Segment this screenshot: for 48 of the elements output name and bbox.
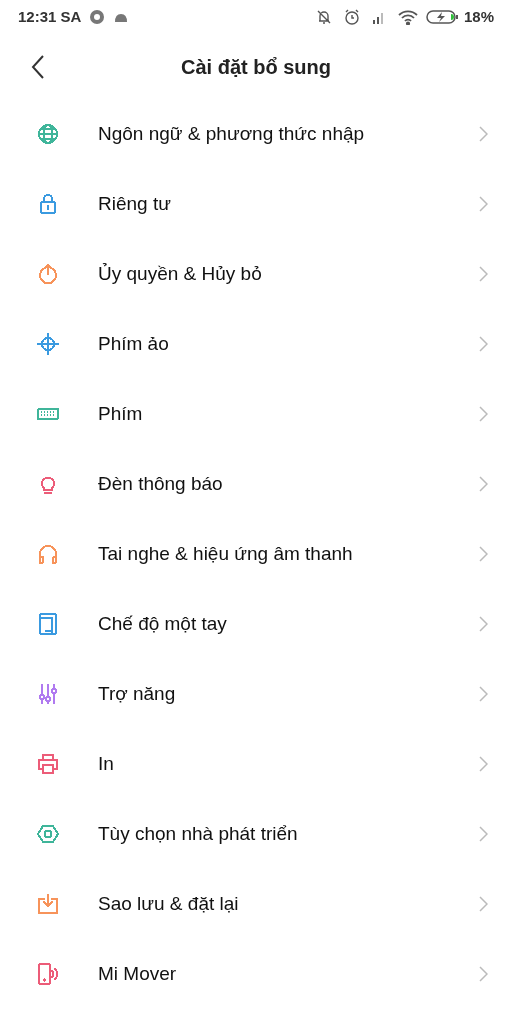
wifi-icon: [397, 9, 418, 25]
chevron-icon: [479, 126, 488, 142]
settings-item[interactable]: Chế độ một tay: [0, 589, 512, 659]
chevron-icon: [479, 336, 488, 352]
page-title: Cài đặt bổ sung: [181, 54, 331, 80]
alarm-icon: [343, 9, 360, 25]
chevron-icon: [479, 966, 488, 982]
item-label: Đèn thông báo: [98, 471, 224, 496]
settings-item[interactable]: Trợ năng: [0, 659, 512, 729]
settings-item[interactable]: Tai nghe & hiệu ứng âm thanh: [0, 519, 512, 589]
chevron-icon: [479, 476, 488, 492]
settings-item[interactable]: Tùy chọn nhà phát triển: [0, 799, 512, 869]
bell-off-icon: [315, 9, 332, 25]
settings-item[interactable]: Ủy quyền & Hủy bỏ: [0, 239, 512, 309]
item-label: Chế độ một tay: [98, 611, 228, 636]
item-label: Tùy chọn nhà phát triển: [98, 821, 299, 846]
settings-item[interactable]: Ngôn ngữ & phương thức nhập: [0, 99, 512, 169]
item-label: Tai nghe & hiệu ứng âm thanh: [98, 541, 354, 566]
status-time: 12:31 SA: [18, 6, 82, 27]
settings-item[interactable]: Mi Mover: [0, 939, 512, 1009]
item-label: Ủy quyền & Hủy bỏ: [98, 261, 263, 286]
chevron-icon: [479, 546, 488, 562]
chevron-icon: [479, 196, 488, 212]
battery-icon: [425, 9, 460, 25]
settings-item[interactable]: In: [0, 729, 512, 799]
item-label: Mi Mover: [98, 961, 178, 986]
settings-item[interactable]: Đèn thông báo: [0, 449, 512, 519]
battery-percent: 18%: [463, 6, 494, 27]
chevron-icon: [479, 616, 488, 632]
item-label: Ngôn ngữ & phương thức nhập: [98, 121, 366, 146]
chevron-icon: [479, 266, 488, 282]
chevron-icon: [479, 686, 488, 702]
settings-item[interactable]: Riêng tư: [0, 169, 512, 239]
item-label: Phím: [98, 401, 144, 426]
chevron-icon: [479, 756, 488, 772]
back-button[interactable]: [30, 54, 46, 80]
signal-icon: [371, 10, 386, 24]
chevron-icon: [479, 896, 488, 912]
settings-item[interactable]: Sao lưu & đặt lại: [0, 869, 512, 939]
chevron-icon: [479, 826, 488, 842]
settings-item[interactable]: Phím: [0, 379, 512, 449]
item-label: Trợ năng: [98, 681, 177, 706]
settings-item[interactable]: Phím ảo: [0, 309, 512, 379]
item-label: Sao lưu & đặt lại: [98, 891, 240, 916]
item-label: Phím ảo: [98, 331, 170, 356]
chevron-icon: [479, 406, 488, 422]
item-label: In: [98, 751, 115, 776]
item-label: Riêng tư: [98, 191, 172, 216]
